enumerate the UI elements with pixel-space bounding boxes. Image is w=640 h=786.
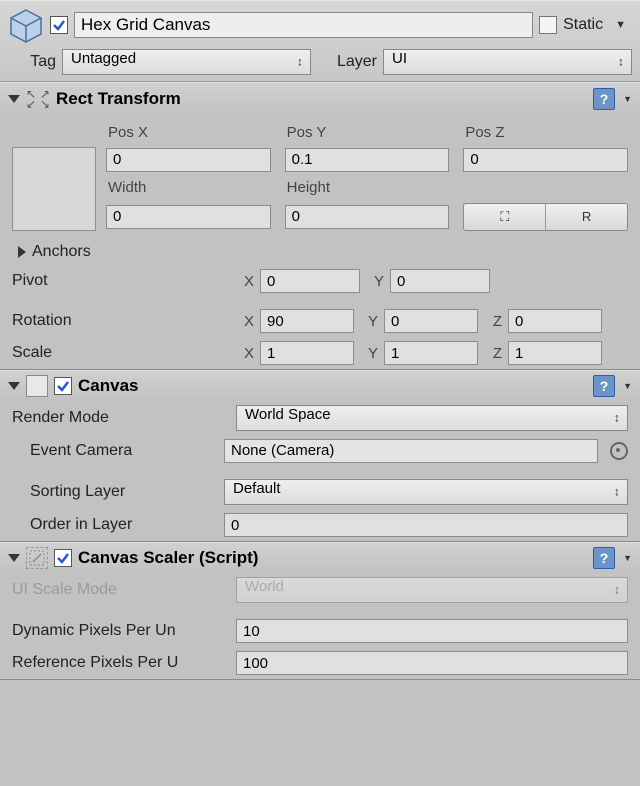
- event-camera-field[interactable]: None (Camera): [224, 439, 598, 463]
- ui-scale-mode-dropdown: World: [236, 577, 628, 603]
- anchors-label: Anchors: [32, 243, 91, 261]
- posz-label: Pos Z: [463, 124, 628, 141]
- gameobject-header: Static ▼ Tag Untagged Layer UI: [0, 0, 640, 82]
- rotation-label: Rotation: [12, 312, 230, 330]
- rotation-z-field[interactable]: [508, 309, 602, 333]
- layer-dropdown[interactable]: UI: [383, 49, 632, 75]
- render-mode-dropdown[interactable]: World Space: [236, 405, 628, 431]
- settings-gear-icon[interactable]: ▼: [621, 94, 632, 104]
- help-icon[interactable]: ?: [593, 547, 615, 569]
- settings-gear-icon[interactable]: ▼: [621, 381, 632, 391]
- component-enable-checkbox[interactable]: [54, 377, 72, 395]
- raw-mode-button[interactable]: R: [546, 204, 627, 230]
- object-picker-icon[interactable]: [610, 442, 628, 460]
- scale-z-field[interactable]: [508, 341, 602, 365]
- posx-field[interactable]: [106, 148, 271, 172]
- height-field[interactable]: [285, 205, 450, 229]
- rotation-y-field[interactable]: [384, 309, 478, 333]
- rect-transform-icon: ↖↗↙↘: [26, 87, 50, 111]
- static-checkbox[interactable]: [539, 16, 557, 34]
- posz-field[interactable]: [463, 148, 628, 172]
- posy-field[interactable]: [285, 148, 450, 172]
- ui-scale-mode-label: UI Scale Mode: [12, 581, 230, 599]
- pivot-y-field[interactable]: [390, 269, 490, 293]
- blueprint-mode-icon[interactable]: ⛶: [464, 204, 546, 230]
- component-enable-checkbox[interactable]: [54, 549, 72, 567]
- tag-label: Tag: [12, 53, 56, 71]
- settings-gear-icon[interactable]: ▼: [621, 553, 632, 563]
- scale-label: Scale: [12, 344, 230, 362]
- component-title: Canvas: [78, 376, 138, 396]
- component-title: Rect Transform: [56, 89, 181, 109]
- event-camera-label: Event Camera: [30, 442, 218, 460]
- order-in-layer-label: Order in Layer: [30, 516, 218, 534]
- order-in-layer-field[interactable]: [224, 513, 628, 537]
- foldout-toggle[interactable]: [8, 554, 20, 562]
- sorting-layer-dropdown[interactable]: Default: [224, 479, 628, 505]
- rotation-x-field[interactable]: [260, 309, 354, 333]
- scale-y-field[interactable]: [384, 341, 478, 365]
- sorting-layer-label: Sorting Layer: [30, 483, 218, 501]
- foldout-toggle[interactable]: [8, 382, 20, 390]
- tag-dropdown[interactable]: Untagged: [62, 49, 311, 75]
- width-label: Width: [106, 179, 271, 196]
- gameobject-name-field[interactable]: [74, 12, 533, 38]
- static-label: Static: [563, 16, 603, 34]
- canvas-icon: [26, 375, 48, 397]
- pivot-x-field[interactable]: [260, 269, 360, 293]
- blueprint-raw-toggle[interactable]: ⛶ R: [463, 203, 628, 231]
- dynamic-ppu-label: Dynamic Pixels Per Un: [12, 622, 230, 640]
- help-icon[interactable]: ?: [593, 88, 615, 110]
- canvas-scaler-icon: [26, 547, 48, 569]
- reference-ppu-label: Reference Pixels Per U: [12, 654, 230, 672]
- anchors-foldout[interactable]: [18, 246, 26, 258]
- posx-label: Pos X: [106, 124, 271, 141]
- dynamic-ppu-field[interactable]: [236, 619, 628, 643]
- anchor-preset-button[interactable]: [12, 147, 96, 231]
- pivot-label: Pivot: [12, 272, 230, 290]
- canvas-scaler-component: Canvas Scaler (Script) ? ▼ UI Scale Mode…: [0, 542, 640, 680]
- width-field[interactable]: [106, 205, 271, 229]
- rect-transform-component: ↖↗↙↘ Rect Transform ? ▼ Pos X Pos Y Pos …: [0, 82, 640, 370]
- reference-ppu-field[interactable]: [236, 651, 628, 675]
- gameobject-icon[interactable]: [8, 7, 44, 43]
- help-icon[interactable]: ?: [593, 375, 615, 397]
- render-mode-label: Render Mode: [12, 409, 230, 427]
- posy-label: Pos Y: [285, 124, 450, 141]
- static-dropdown-arrow[interactable]: ▼: [609, 19, 632, 31]
- canvas-component: Canvas ? ▼ Render Mode World Space Event…: [0, 370, 640, 542]
- scale-x-field[interactable]: [260, 341, 354, 365]
- height-label: Height: [285, 179, 450, 196]
- layer-label: Layer: [317, 53, 377, 71]
- component-title: Canvas Scaler (Script): [78, 548, 258, 568]
- active-checkbox[interactable]: [50, 16, 68, 34]
- foldout-toggle[interactable]: [8, 95, 20, 103]
